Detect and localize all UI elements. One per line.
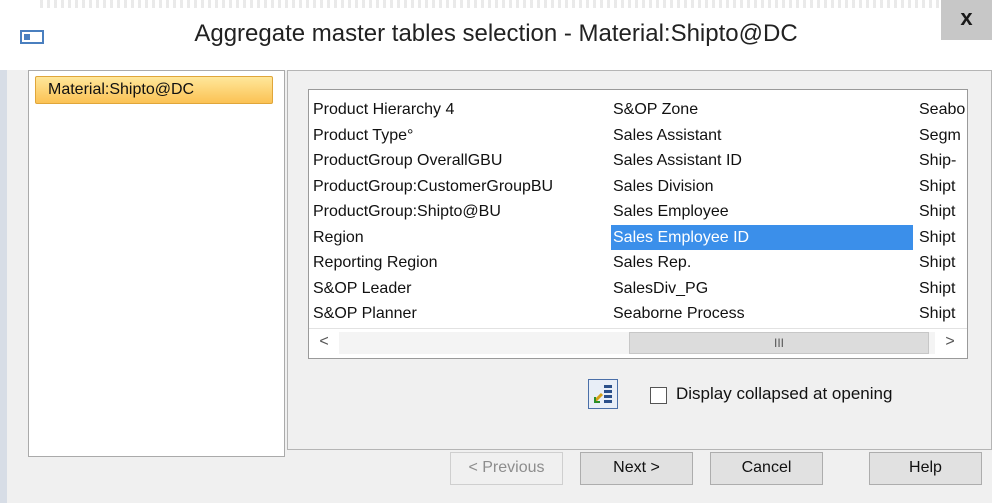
master-table-item-selected[interactable]: Material:Shipto@DC	[35, 76, 273, 104]
list-item[interactable]: Sales Division	[613, 174, 913, 200]
horizontal-scrollbar[interactable]: < III >	[309, 328, 967, 357]
list-item[interactable]: S&OP Zone	[613, 97, 913, 123]
list-item[interactable]: Sales Rep.	[613, 250, 913, 276]
window-left-border	[0, 0, 7, 503]
list-item[interactable]: Shipt	[919, 301, 965, 327]
list-item[interactable]: S&OP Leader	[313, 276, 553, 302]
cancel-button[interactable]: Cancel	[710, 452, 823, 485]
next-button[interactable]: Next >	[580, 452, 693, 485]
dialog-window: Aggregate master tables selection - Mate…	[0, 0, 992, 503]
list-item[interactable]: Product Hierarchy 4	[313, 97, 553, 123]
list-item[interactable]: Shipt	[919, 174, 965, 200]
previous-button[interactable]: < Previous	[450, 452, 563, 485]
list-item[interactable]: SalesDiv_PG	[613, 276, 913, 302]
dialog-content: Material:Shipto@DC Product Hierarchy 4 P…	[7, 70, 992, 503]
list-item[interactable]: Reporting Region	[313, 250, 553, 276]
list-item[interactable]: Ship-	[919, 148, 965, 174]
list-item[interactable]: Shipt	[919, 250, 965, 276]
list-item[interactable]: ProductGroup:CustomerGroupBU	[313, 174, 553, 200]
list-item[interactable]: Product Type°	[313, 123, 553, 149]
list-item[interactable]: Shipt	[919, 199, 965, 225]
list-item[interactable]: Sales Assistant ID	[613, 148, 913, 174]
list-item[interactable]: S&OP Planner	[313, 301, 553, 327]
background-window-strip	[40, 0, 940, 8]
close-button[interactable]: x	[941, 0, 992, 40]
scroll-thumb[interactable]: III	[629, 332, 929, 354]
list-item[interactable]: ProductGroup:Shipto@BU	[313, 199, 553, 225]
list-item[interactable]: Region	[313, 225, 553, 251]
master-tables-panel: Material:Shipto@DC	[28, 70, 285, 457]
list-item[interactable]: Segm	[919, 123, 965, 149]
list-column-1: Product Hierarchy 4 Product Type° Produc…	[313, 97, 553, 327]
list-item[interactable]: Sales Assistant	[613, 123, 913, 149]
list-item[interactable]: Sales Employee	[613, 199, 913, 225]
display-collapsed-checkbox[interactable]	[650, 387, 667, 404]
list-column-3: Seabo Segm Ship- Shipt Shipt Shipt Shipt…	[919, 97, 965, 327]
title-bar: Aggregate master tables selection - Mate…	[0, 0, 992, 70]
expand-tree-button[interactable]	[588, 379, 618, 409]
window-title: Aggregate master tables selection - Mate…	[194, 20, 798, 47]
attributes-listbox[interactable]: Product Hierarchy 4 Product Type° Produc…	[308, 89, 968, 359]
scroll-left-arrow-icon[interactable]: <	[315, 333, 333, 351]
tree-expand-icon	[593, 385, 612, 403]
list-item[interactable]: Shipt	[919, 225, 965, 251]
scroll-right-arrow-icon[interactable]: >	[941, 333, 959, 351]
display-collapsed-label: Display collapsed at opening	[676, 384, 893, 403]
list-item[interactable]: Seaborne Process	[613, 301, 913, 327]
list-item-selected[interactable]: Sales Employee ID	[611, 224, 913, 250]
list-item[interactable]: Shipt	[919, 276, 965, 302]
attributes-panel: Product Hierarchy 4 Product Type° Produc…	[287, 70, 992, 450]
list-item[interactable]: Seabo	[919, 97, 965, 123]
list-item[interactable]: ProductGroup OverallGBU	[313, 148, 553, 174]
help-button[interactable]: Help	[869, 452, 982, 485]
list-column-2: S&OP Zone Sales Assistant Sales Assistan…	[611, 97, 913, 327]
